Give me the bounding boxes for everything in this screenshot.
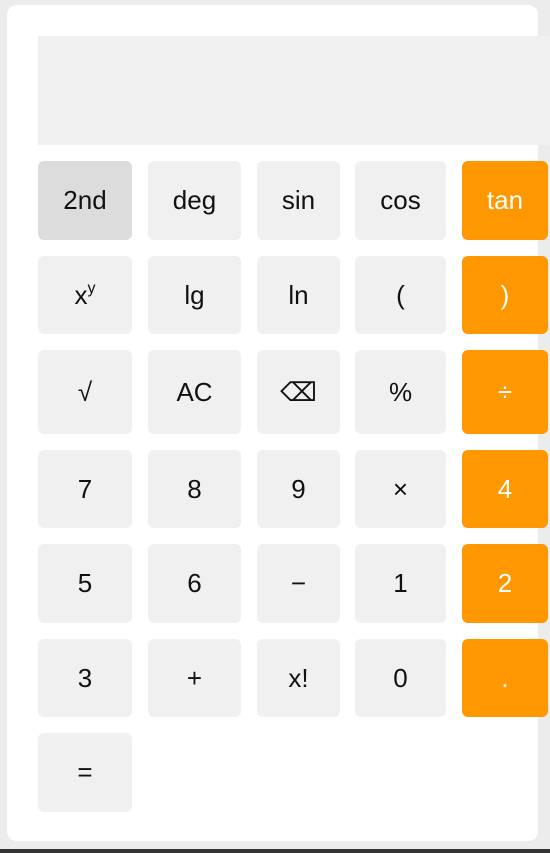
square-root-button[interactable]: √ — [38, 350, 132, 434]
digit-1-button[interactable]: 1 — [355, 544, 446, 623]
equals-button[interactable]: = — [38, 733, 132, 812]
percent-button[interactable]: % — [355, 350, 446, 434]
right-paren-button[interactable]: ) — [462, 256, 548, 334]
sin-button[interactable]: sin — [257, 161, 340, 240]
window-bottom-border — [0, 849, 550, 853]
power-button[interactable]: xy — [38, 256, 132, 334]
tan-button[interactable]: tan — [462, 161, 548, 240]
digit-5-button[interactable]: 5 — [38, 544, 132, 623]
minus-button[interactable]: − — [257, 544, 340, 623]
digit-0-button[interactable]: 0 — [355, 639, 446, 717]
calculator-page: 2nd deg sin cos tan xy lg ln ( ) √ AC ⌫ … — [0, 0, 550, 853]
digit-6-button[interactable]: 6 — [148, 544, 241, 623]
digit-2-button[interactable]: 2 — [462, 544, 548, 623]
all-clear-button[interactable]: AC — [148, 350, 241, 434]
digit-7-button[interactable]: 7 — [38, 450, 132, 528]
natural-log-button[interactable]: ln — [257, 256, 340, 334]
degree-mode-button[interactable]: deg — [148, 161, 241, 240]
left-paren-button[interactable]: ( — [355, 256, 446, 334]
backspace-icon: ⌫ — [280, 376, 317, 407]
digit-8-button[interactable]: 8 — [148, 450, 241, 528]
power-base-label: x — [74, 279, 88, 310]
log10-button[interactable]: lg — [148, 256, 241, 334]
digit-9-button[interactable]: 9 — [257, 450, 340, 528]
factorial-button[interactable]: x! — [257, 639, 340, 717]
digit-4-button[interactable]: 4 — [462, 450, 548, 528]
backspace-button[interactable]: ⌫ — [257, 350, 340, 434]
power-exponent-label: y — [87, 280, 96, 297]
second-function-button[interactable]: 2nd — [38, 161, 132, 240]
digit-3-button[interactable]: 3 — [38, 639, 132, 717]
cos-button[interactable]: cos — [355, 161, 446, 240]
calculator-display — [38, 36, 550, 145]
multiply-button[interactable]: × — [355, 450, 446, 528]
divide-button[interactable]: ÷ — [462, 350, 548, 434]
decimal-point-button[interactable]: . — [462, 639, 548, 717]
plus-button[interactable]: + — [148, 639, 241, 717]
